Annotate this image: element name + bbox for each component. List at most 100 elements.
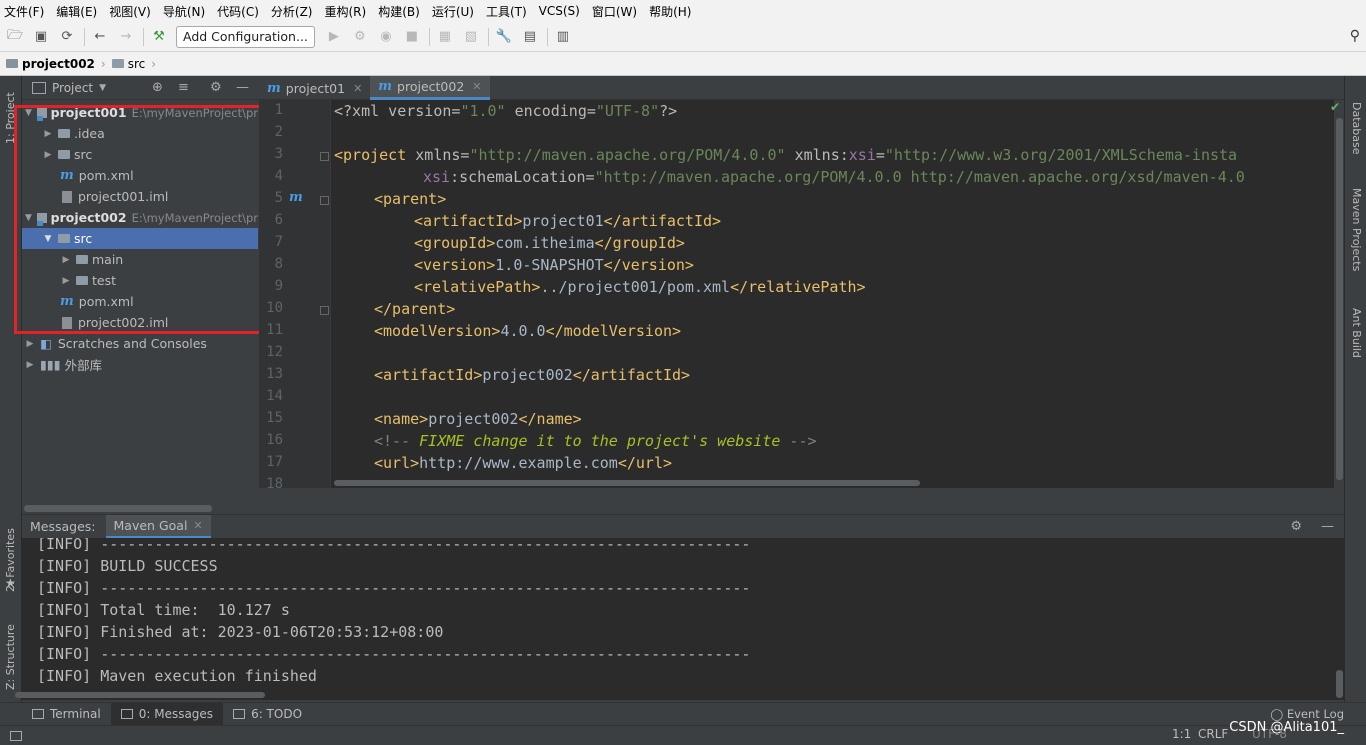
line-number: 11 bbox=[266, 322, 283, 338]
toolbar-separator bbox=[546, 27, 548, 46]
editor-vertical-scrollbar[interactable] bbox=[1336, 118, 1343, 480]
vcs-icon[interactable]: ▥ bbox=[554, 28, 572, 46]
menu-build[interactable]: 构建(B) bbox=[378, 3, 420, 20]
menu-edit[interactable]: 编辑(E) bbox=[56, 3, 97, 20]
code-line: xsi:schemaLocation="http://maven.apache.… bbox=[423, 168, 1245, 186]
debug-icon[interactable]: ⚙ bbox=[351, 28, 369, 46]
settings-wrench-icon[interactable]: 🔧 bbox=[495, 28, 513, 46]
line-number: 1 bbox=[274, 102, 283, 118]
tab-todo[interactable]: 6: TODO bbox=[223, 703, 312, 726]
menu-help[interactable]: 帮助(H) bbox=[649, 3, 691, 20]
hide-panel-icon[interactable]: — bbox=[236, 80, 249, 95]
code-line: </parent> bbox=[374, 300, 456, 318]
fold-marker-icon[interactable] bbox=[320, 196, 329, 205]
hide-panel-icon[interactable]: — bbox=[1321, 519, 1334, 534]
code-line: <parent> bbox=[374, 190, 447, 208]
console-line: [INFO] Total time: 10.127 s bbox=[37, 601, 290, 619]
sdk-icon[interactable]: ▧ bbox=[462, 28, 480, 46]
line-number: 4 bbox=[274, 168, 283, 184]
build-hammer-icon[interactable]: ⚒ bbox=[150, 28, 168, 46]
project-panel-scrollbar[interactable] bbox=[24, 505, 212, 512]
line-number: 15 bbox=[266, 410, 283, 426]
fold-marker-icon[interactable] bbox=[320, 152, 329, 161]
ant-build-tool-tab[interactable]: Ant Build bbox=[1350, 308, 1363, 378]
menu-navigate[interactable]: 导航(N) bbox=[163, 3, 205, 20]
structure-tool-tab[interactable]: Z: Structure bbox=[4, 610, 17, 690]
tab-terminal[interactable]: Terminal bbox=[22, 703, 111, 726]
close-icon[interactable]: ✕ bbox=[472, 80, 481, 93]
todo-icon bbox=[233, 709, 246, 719]
project-structure-icon[interactable]: ▦ bbox=[436, 28, 454, 46]
menu-run[interactable]: 运行(U) bbox=[432, 3, 474, 20]
right-tool-strip: Database Maven Projects Ant Build bbox=[1344, 76, 1366, 702]
event-log-button[interactable]: ◯ Event Log bbox=[1270, 707, 1344, 721]
fold-marker-icon[interactable] bbox=[320, 306, 329, 315]
sync-icon[interactable]: ⟳ bbox=[58, 28, 76, 46]
tab-maven-goal[interactable]: Maven Goal ✕ bbox=[105, 514, 211, 539]
collapse-all-icon[interactable]: ≡ bbox=[178, 80, 189, 95]
console-vertical-scrollbar[interactable] bbox=[1336, 670, 1343, 698]
code-editor[interactable]: <?xml version="1.0" encoding="UTF-8"?> <… bbox=[331, 100, 1334, 488]
chevron-down-icon[interactable]: ▼ bbox=[99, 83, 106, 93]
tab-messages[interactable]: 0: Messages bbox=[110, 702, 224, 726]
stop-icon[interactable]: ■ bbox=[403, 28, 421, 46]
code-line: <project xmlns="http://maven.apache.org/… bbox=[334, 146, 1238, 164]
tab-project002[interactable]: m project002 ✕ bbox=[370, 76, 490, 100]
open-folder-icon[interactable]: 🗁 bbox=[6, 28, 24, 46]
line-number: 5 bbox=[274, 190, 283, 206]
line-number: 8 bbox=[274, 256, 283, 272]
menu-refactor[interactable]: 重构(R) bbox=[325, 3, 367, 20]
menu-tools[interactable]: 工具(T) bbox=[486, 3, 527, 20]
gear-icon[interactable]: ⚙ bbox=[1290, 519, 1302, 534]
menu-code[interactable]: 代码(C) bbox=[217, 3, 259, 20]
menu-analyze[interactable]: 分析(Z) bbox=[271, 3, 313, 20]
line-number: 12 bbox=[266, 344, 283, 360]
breadcrumb-project[interactable]: project002 bbox=[6, 57, 95, 71]
run-icon[interactable]: ▶ bbox=[325, 28, 343, 46]
menu-file[interactable]: 文件(F) bbox=[4, 3, 44, 20]
gear-icon[interactable]: ⚙ bbox=[210, 80, 222, 95]
line-number: 14 bbox=[266, 388, 283, 404]
database-tool-tab[interactable]: Database bbox=[1350, 102, 1363, 168]
collapsed-arrow-icon[interactable]: ▶ bbox=[24, 360, 36, 370]
tree-node-scratches[interactable]: ▶ ◧ Scratches and Consoles bbox=[22, 333, 258, 354]
close-icon[interactable]: ✕ bbox=[353, 82, 362, 95]
project-settings-icon[interactable]: ▤ bbox=[521, 28, 539, 46]
collapsed-arrow-icon[interactable]: ▶ bbox=[24, 339, 36, 349]
console-line: [INFO] Maven execution finished bbox=[37, 667, 317, 685]
code-line: <?xml version="1.0" encoding="UTF-8"?> bbox=[334, 102, 678, 120]
locate-icon[interactable]: ⊕ bbox=[152, 80, 163, 95]
back-icon[interactable]: ← bbox=[91, 28, 109, 46]
console-line: [INFO] BUILD SUCCESS bbox=[37, 557, 218, 575]
toolbar-separator bbox=[428, 27, 430, 46]
forward-icon[interactable]: → bbox=[117, 28, 135, 46]
tab-project01[interactable]: m project01 ✕ bbox=[259, 76, 370, 100]
add-configuration-button[interactable]: Add Configuration... bbox=[176, 25, 315, 48]
coverage-icon[interactable]: ◉ bbox=[377, 28, 395, 46]
breadcrumb-src[interactable]: src bbox=[111, 57, 145, 71]
editor-gutter: 1 2 3 4 5 6 7 8 9 10 11 12 13 14 15 16 1… bbox=[259, 100, 331, 492]
maven-parent-gutter-icon[interactable]: m bbox=[289, 190, 303, 205]
tree-node-external-libraries[interactable]: ▶ ▮▮▮ 外部库 bbox=[22, 354, 258, 375]
menu-vcs[interactable]: VCS(S) bbox=[539, 4, 580, 18]
editor-horizontal-scrollbar[interactable] bbox=[334, 480, 920, 486]
close-icon[interactable]: ✕ bbox=[193, 519, 202, 532]
console-line: [INFO] ---------------------------------… bbox=[37, 538, 751, 553]
save-icon[interactable]: ▣ bbox=[32, 28, 50, 46]
breadcrumb: project002 › src › bbox=[0, 52, 1366, 76]
console-output: [INFO] ---------------------------------… bbox=[22, 538, 1344, 700]
menu-window[interactable]: 窗口(W) bbox=[592, 3, 637, 20]
menu-view[interactable]: 视图(V) bbox=[109, 3, 151, 20]
toolbar-separator bbox=[84, 27, 85, 46]
project-view-selector[interactable]: Project bbox=[52, 81, 93, 95]
caret-position[interactable]: 1:1 bbox=[1172, 727, 1191, 741]
folder-icon bbox=[111, 59, 124, 68]
maven-projects-tool-tab[interactable]: Maven Projects bbox=[1350, 188, 1363, 288]
panel-separator bbox=[259, 488, 1344, 514]
console-horizontal-scrollbar[interactable] bbox=[15, 692, 265, 698]
line-separator[interactable]: CRLF bbox=[1198, 727, 1228, 741]
watermark: CSDN @Alita101_ bbox=[1229, 720, 1344, 735]
search-everywhere-icon[interactable]: ⚲ bbox=[1350, 28, 1360, 44]
messages-title: Messages: bbox=[30, 519, 96, 534]
tool-windows-icon[interactable] bbox=[10, 730, 22, 741]
